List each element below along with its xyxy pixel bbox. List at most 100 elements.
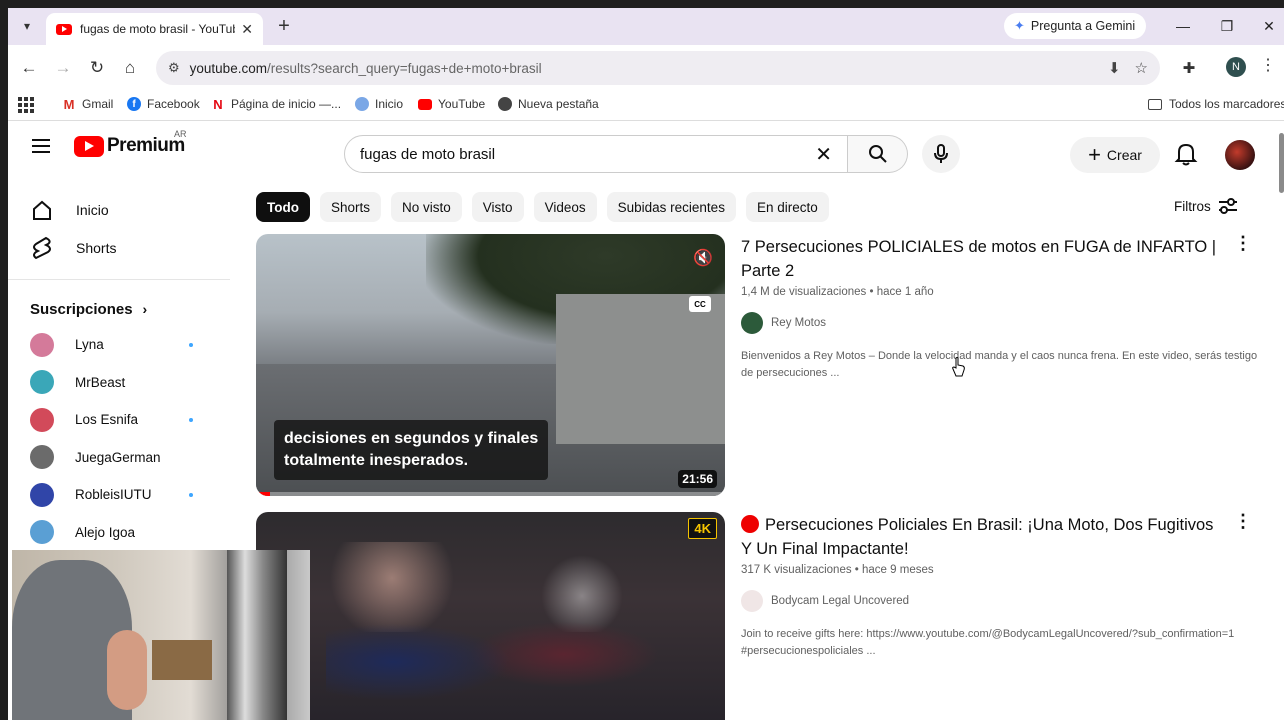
microphone-icon [934,144,948,163]
video-channel[interactable]: Bodycam Legal Uncovered [741,590,1221,612]
channel-avatar [30,482,54,507]
video-title[interactable]: Persecuciones Policiales En Brasil: ¡Una… [741,513,1221,561]
netflix-icon: N [213,96,223,112]
subscription-item[interactable]: MrBeast [8,364,230,402]
account-avatar[interactable] [1225,140,1255,170]
bookmark-youtube[interactable]: YouTube [418,97,485,111]
back-icon[interactable]: ← [16,55,42,81]
channel-avatar [741,312,763,334]
video-channel[interactable]: Rey Motos [741,312,1221,334]
chrome-icon [498,97,512,111]
page-scrollbar[interactable] [1279,133,1284,193]
new-content-dot [189,492,193,497]
folder-icon [1148,98,1162,110]
search-button[interactable] [848,135,908,173]
browser-toolbar: ← → ↻ ⌂ ⚙ youtube.com/results?search_que… [8,45,1284,91]
video-title[interactable]: 7 Persecuciones POLICIALES de motos en F… [741,235,1221,283]
youtube-play-icon [74,135,104,157]
mouse-pointer-icon [952,357,965,377]
webcam-person [107,630,147,710]
all-bookmarks[interactable]: Todos los marcadores [1148,97,1284,111]
bookmark-inicio[interactable]: Inicio [355,97,403,111]
bookmark-new-tab[interactable]: Nueva pestaña [498,97,599,111]
more-actions-icon[interactable]: ⋮ [1234,233,1252,254]
subscription-item[interactable]: RobleisIUTU [8,476,230,514]
sidebar-item-home[interactable]: Inicio [8,191,230,229]
mute-icon[interactable]: 🔇 [693,248,713,268]
apps-grid-icon[interactable] [18,97,34,113]
install-app-icon[interactable]: ⬇ [1108,59,1121,77]
filters-button[interactable]: Filtros [1174,197,1239,215]
bookmark-netflix[interactable]: N Página de inicio —... [211,96,341,112]
red-circle-icon [741,515,759,533]
video-caption-overlay: decisiones en segundos y finales totalme… [274,420,549,480]
video-description: Bienvenidos a Rey Motos – Donde la veloc… [741,350,1258,379]
active-tab[interactable]: fugas de moto brasil - YouTube ✕ [46,13,263,45]
chip-no-visto[interactable]: No visto [391,192,462,222]
chip-visto[interactable]: Visto [471,192,524,222]
video-description: Join to receive gifts here: https://www.… [741,628,1235,657]
filter-sliders-icon [1218,198,1237,214]
forward-icon[interactable]: → [50,55,76,81]
sidebar-divider [8,279,230,280]
subscription-item[interactable]: JuegaGerman [8,439,230,477]
youtube-logo[interactable]: Premium AR [74,129,187,157]
subscription-item[interactable]: Alejo Igoa [8,514,230,552]
profile-avatar[interactable]: N [1226,57,1246,77]
reload-icon[interactable]: ↻ [84,55,110,81]
channel-avatar [30,445,54,470]
plus-icon: + [1088,142,1101,167]
watch-progress-fill [256,492,271,496]
video-thumbnail[interactable]: 🔇 CC decisiones en segundos y finales to… [256,234,725,496]
clear-search-icon[interactable]: ✕ [815,142,832,167]
chip-videos[interactable]: Videos [533,192,597,222]
chip-en-directo[interactable]: En directo [745,192,829,222]
tab-strip: ▾ fugas de moto brasil - YouTube ✕ + ✦ P… [8,8,1284,45]
subscriptions-header[interactable]: Suscripciones › [8,292,230,326]
voice-search-button[interactable] [922,135,960,173]
bookmark-star-icon[interactable]: ☆ [1135,59,1148,77]
window-close-icon[interactable]: ✕ [1254,14,1284,38]
notifications-bell-icon[interactable] [1174,141,1198,167]
create-button[interactable]: + Crear [1070,137,1160,173]
bookmark-facebook[interactable]: f Facebook [127,97,200,111]
new-content-dot [189,417,193,422]
youtube-favicon-icon [56,23,72,35]
restore-icon[interactable]: ❐ [1212,14,1242,38]
bookmark-gmail[interactable]: M Gmail [62,97,114,112]
subscription-item[interactable]: Los Esnifa [8,401,230,439]
chip-subidas-recientes[interactable]: Subidas recientes [606,192,736,222]
watch-progress-bar [256,492,725,496]
youtube-icon [418,98,432,110]
facebook-icon: f [127,97,141,111]
video-thumbnail[interactable]: 4K [256,512,725,720]
country-code: AR [174,129,187,139]
tab-title: fugas de moto brasil - YouTube [80,22,236,36]
tab-search-icon[interactable]: ▾ [16,15,38,37]
chip-shorts[interactable]: Shorts [319,192,382,222]
minimize-icon[interactable]: — [1168,14,1198,38]
search-input[interactable]: fugas de moto brasil ✕ [344,135,848,173]
site-settings-icon[interactable]: ⚙ [168,60,180,76]
address-bar[interactable]: ⚙ youtube.com/results?search_query=fugas… [156,51,1160,85]
new-content-dot [189,342,193,347]
cloud-icon [355,97,369,111]
chrome-menu-icon[interactable]: ⋮ [1260,55,1276,75]
home-icon [30,198,54,222]
more-actions-icon[interactable]: ⋮ [1234,511,1252,532]
new-tab-icon[interactable]: + [272,14,296,38]
gemini-button[interactable]: ✦ Pregunta a Gemini [1004,13,1146,39]
home-icon[interactable]: ⌂ [117,55,143,81]
subscription-item[interactable]: Lyna [8,326,230,364]
extensions-icon[interactable]: ✚ [1176,55,1202,81]
tab-close-icon[interactable]: ✕ [241,21,253,38]
chip-todo[interactable]: Todo [256,192,310,222]
search-icon [868,145,887,163]
chevron-right-icon: › [142,301,148,317]
bookmarks-bar: M Gmail f Facebook N Página de inicio —.… [8,91,1284,121]
sidebar-item-shorts[interactable]: Shorts [8,229,230,267]
menu-icon[interactable] [32,139,50,153]
channel-avatar [30,370,54,395]
closed-captions-icon[interactable]: CC [689,296,711,312]
video-info: Persecuciones Policiales En Brasil: ¡Una… [741,513,1234,660]
